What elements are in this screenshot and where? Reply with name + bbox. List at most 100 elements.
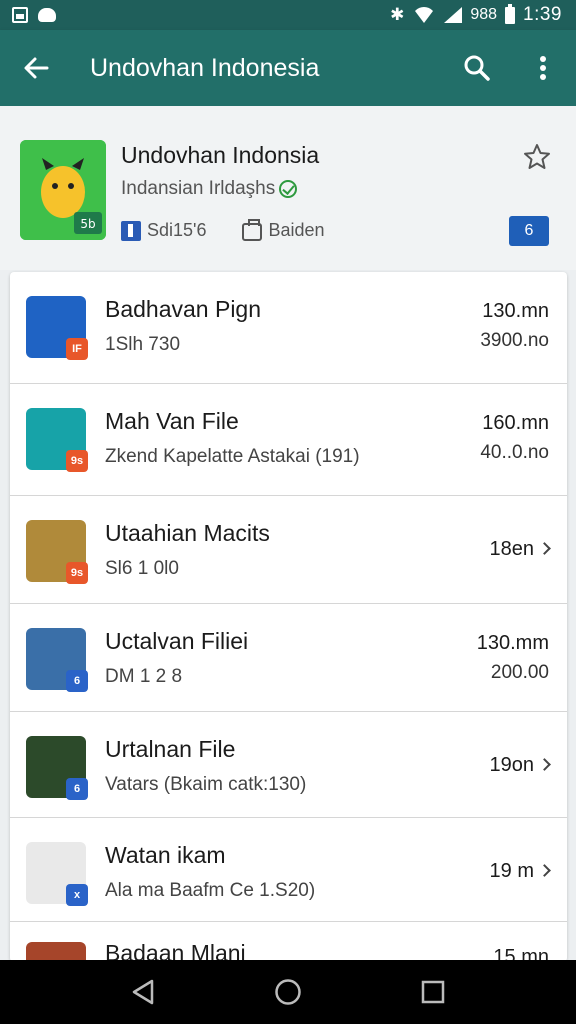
row-subtitle-text: Ala ma Baafm Ce 1.S20): [105, 880, 316, 901]
square-recents-icon: [422, 980, 445, 1004]
badge-icon: 6: [66, 778, 88, 800]
search-icon: [464, 55, 490, 81]
status-right: ✱ 988 1:39: [390, 3, 562, 26]
search-button[interactable]: [444, 30, 510, 106]
badge-icon: 9s: [66, 450, 88, 472]
row-title: Badhavan Pign: [105, 296, 262, 322]
list-row[interactable]: 9s Utaahian Macits Sl6 1 0l0 18en: [10, 496, 567, 604]
row-size: 18en: [489, 538, 551, 561]
row-size: 160.mn: [482, 412, 549, 435]
file-thumbnail: x: [26, 842, 88, 906]
verified-icon: [279, 180, 298, 198]
more-options-button[interactable]: [510, 30, 576, 106]
row-title: Urtalnan File: [105, 736, 236, 762]
badge-icon: IF: [66, 338, 88, 360]
mascot-icon: 5b: [20, 140, 106, 240]
rating-text: Sdi15'6: [147, 220, 207, 240]
row-count: 3900.no: [480, 330, 549, 351]
signal-icon: [444, 7, 463, 23]
developer-line: Indansian Irldaşhs: [121, 178, 298, 200]
row-size-text: 18en: [489, 538, 535, 560]
more-vert-icon: [540, 56, 546, 80]
row-subtitle-text: Vatars (Bkaim catk:130): [105, 774, 307, 795]
row-count: 40..0.no: [480, 442, 549, 463]
row-title: Badaan Mlani: [105, 940, 246, 962]
arrow-back-icon: [24, 57, 49, 79]
row-title: Mah Van File: [105, 408, 239, 434]
row-size-text: 160.mn: [482, 412, 549, 434]
nav-recents-button[interactable]: [408, 967, 458, 1017]
row-subtitle: Ala ma Baafm Ce 1.S20): [105, 880, 315, 902]
star-icon: [524, 144, 550, 169]
row-count: 200.00: [490, 662, 549, 683]
status-left: [12, 7, 56, 23]
cloud-notification-icon: [38, 8, 56, 22]
row-title: Watan ikam: [105, 842, 226, 868]
circle-home-icon: [275, 979, 301, 1005]
list-row[interactable]: IF Badhavan Pign 1Slh 730 130.mn 3900.no: [10, 272, 567, 384]
bag-icon: [242, 219, 263, 241]
row-size-text: 19on: [489, 754, 535, 776]
status-time: 1:39: [523, 4, 562, 25]
rating-icon: [121, 220, 141, 241]
row-subtitle: DM 1 2 8: [105, 666, 182, 688]
file-thumbnail: 6: [26, 736, 88, 800]
file-thumbnail: [26, 942, 86, 962]
list-row[interactable]: 6 Uctalvan Filiei DM 1 2 8 130.mm 200.00: [10, 604, 567, 712]
row-size-text: 130.mn: [482, 300, 549, 322]
developer-name: Indansian Irldaşhs: [121, 178, 276, 199]
list-row[interactable]: 9s Mah Van File Zkend Kapelatte Astakai (1…: [10, 384, 567, 496]
count-badge[interactable]: 6: [509, 216, 549, 246]
row-size: 130.mm: [477, 632, 549, 655]
row-size: 19 m: [490, 860, 551, 883]
nav-back-button[interactable]: [118, 967, 168, 1017]
list-row[interactable]: 6 Urtalnan File Vatars (Bkaim catk:130) 19o…: [10, 712, 567, 818]
battery-icon: [505, 3, 516, 24]
favorite-star-button[interactable]: [522, 142, 552, 172]
badge-icon: 9s: [66, 562, 88, 584]
app-bar: Undovhan Indonesia: [0, 30, 576, 106]
category-text: Baiden: [268, 220, 325, 240]
app-name: Undovhan Indonsia: [121, 142, 320, 168]
row-subtitle: Zkend Kapelatte Astakai (191): [105, 446, 360, 468]
nav-home-button[interactable]: [263, 967, 313, 1017]
list-row[interactable]: x Watan ikam Ala ma Baafm Ce 1.S20) 19 m: [10, 818, 567, 922]
file-thumbnail: IF: [26, 296, 88, 360]
app-header: 5b Undovhan Indonsia Indansian Irldaşhs …: [0, 106, 576, 270]
file-thumbnail: 9s: [26, 408, 88, 472]
rating-meta: Sdi15'6: [121, 220, 206, 241]
row-subtitle-text: Sl6 1 0l0: [105, 558, 179, 579]
row-subtitle-text: DM 1 2 8: [105, 666, 183, 687]
thumbnail-tile: [26, 942, 86, 962]
svg-text:5b: 5b: [80, 217, 95, 231]
row-subtitle-text: 1Slh 730: [105, 334, 181, 355]
status-bar: ✱ 988 1:39: [0, 0, 576, 30]
row-subtitle: Vatars (Bkaim catk:130): [105, 774, 306, 796]
bluetooth-icon: ✱: [390, 5, 405, 24]
chevron-right-icon[interactable]: [538, 864, 551, 877]
row-subtitle: Sl6 1 0l0: [105, 558, 179, 580]
row-title: Uctalvan Filiei: [105, 628, 249, 654]
triangle-back-icon: [132, 979, 153, 1005]
app-meta: Sdi15'6 Baiden: [121, 219, 351, 241]
gallery-notification-icon: [12, 7, 28, 23]
chevron-right-icon[interactable]: [538, 758, 551, 771]
app-bar-title: Undovhan Indonesia: [90, 53, 320, 82]
list-row[interactable]: Badaan Mlani 15 mn: [10, 922, 567, 962]
row-subtitle-text: Zkend Kapelatte Astakai (191): [105, 446, 360, 467]
file-thumbnail: 9s: [26, 520, 88, 584]
back-button[interactable]: [0, 30, 72, 106]
carrier-label: 988: [470, 6, 498, 23]
file-thumbnail: 6: [26, 628, 88, 692]
chevron-right-icon[interactable]: [538, 542, 551, 555]
row-size-text: 130.mm: [476, 632, 549, 654]
row-size: 19on: [489, 754, 551, 777]
category-meta: Baiden: [242, 219, 325, 241]
wifi-icon: [412, 7, 437, 23]
app-icon[interactable]: 5b: [20, 140, 106, 240]
row-subtitle: 1Slh 730: [105, 334, 180, 356]
navigation-bar: [0, 960, 576, 1024]
badge-icon: 6: [66, 670, 88, 692]
row-size: 130.mn: [482, 300, 549, 323]
row-title: Utaahian Macits: [105, 520, 270, 546]
